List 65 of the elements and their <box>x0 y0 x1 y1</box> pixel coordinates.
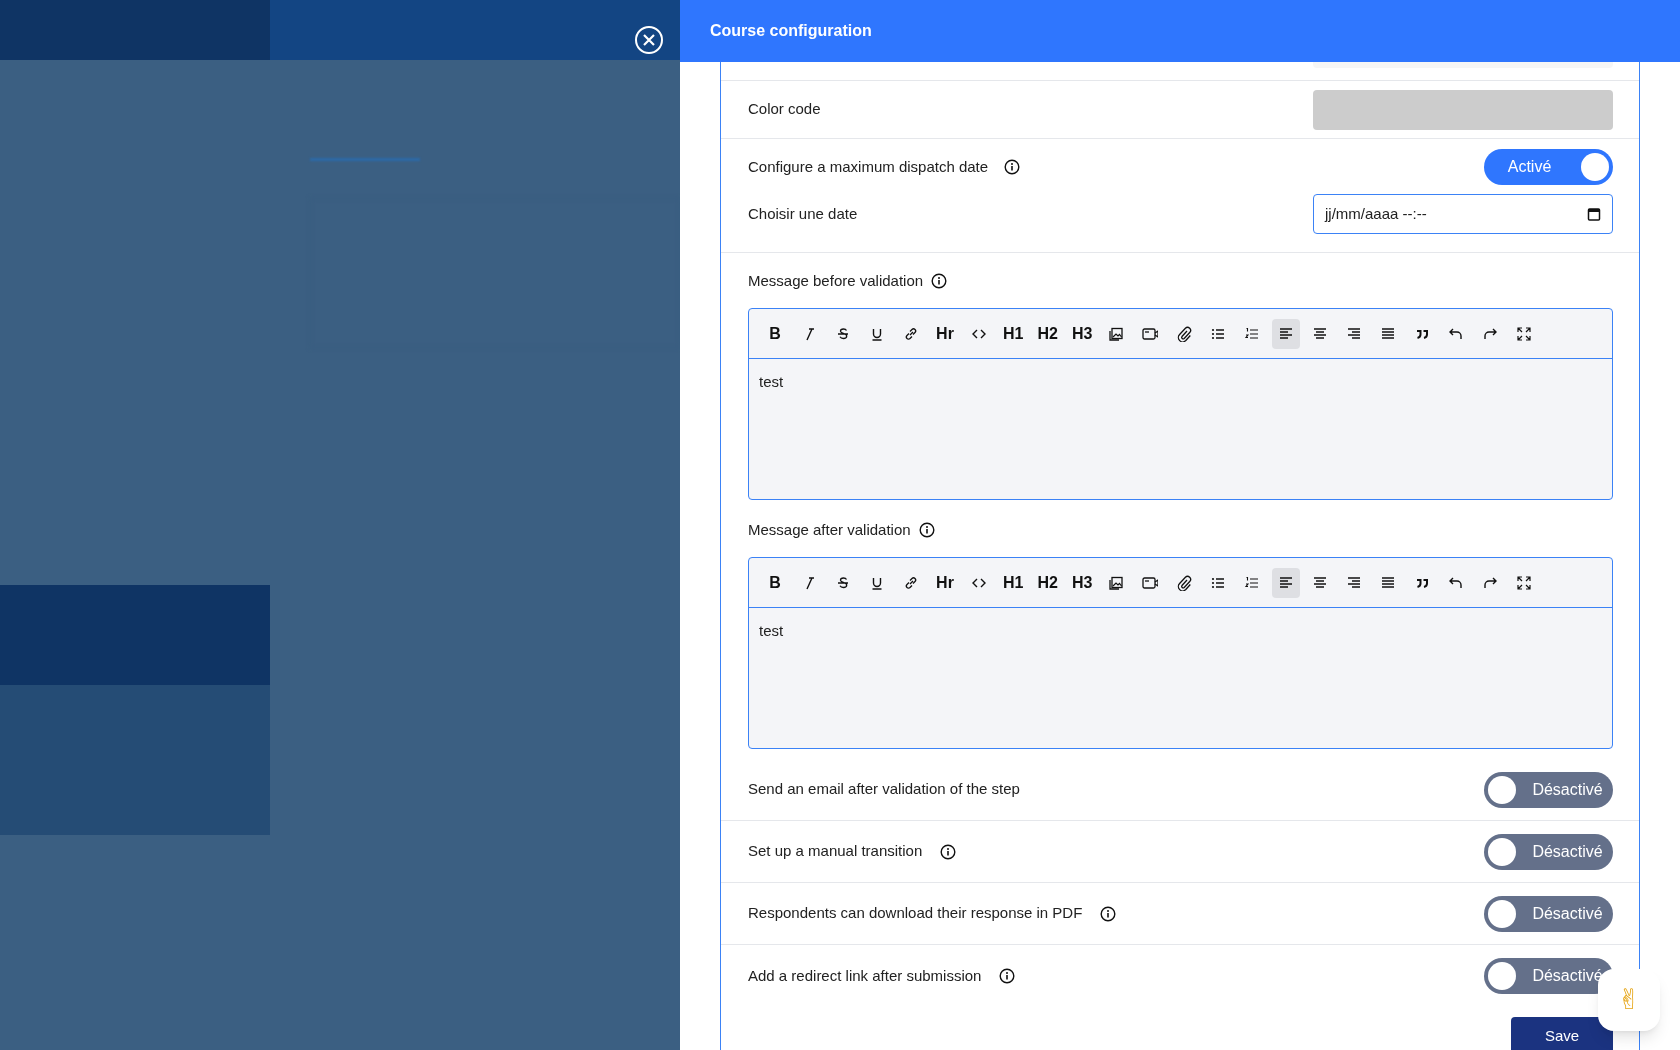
close-button[interactable] <box>635 26 663 54</box>
format-button[interactable]: H1 <box>999 318 1028 349</box>
align-right-icon <box>1346 325 1363 342</box>
image-icon <box>1108 325 1125 342</box>
fullscreen-icon <box>1516 325 1533 342</box>
field-label: Set up a manual transition <box>748 841 923 862</box>
info-icon[interactable] <box>918 522 935 538</box>
toggle-switch[interactable]: Activé <box>1484 149 1613 185</box>
align-left-button[interactable] <box>1272 318 1301 349</box>
paperclip-icon <box>1176 574 1193 591</box>
numbered-list-icon <box>1244 574 1261 591</box>
info-icon[interactable] <box>999 968 1016 984</box>
calendar-icon[interactable] <box>1587 207 1601 221</box>
info-icon[interactable] <box>1100 905 1117 922</box>
fullscreen-icon <box>1516 574 1533 591</box>
image-icon <box>1108 574 1125 591</box>
close-icon <box>643 34 655 46</box>
toggle-switch[interactable]: Désactivé <box>1484 833 1613 870</box>
align-center-icon <box>1312 325 1329 342</box>
link-icon <box>903 325 919 342</box>
toggle-switch[interactable]: Désactivé <box>1484 771 1613 808</box>
align-center-icon <box>1312 574 1329 591</box>
justify-icon <box>1380 574 1397 591</box>
format-button[interactable]: B <box>761 567 789 598</box>
strikethrough-icon <box>835 325 851 342</box>
align-left-button[interactable] <box>1272 567 1301 598</box>
save-button[interactable]: Save <box>1511 1017 1613 1050</box>
format-button[interactable]: H3 <box>1067 567 1097 598</box>
text-editor[interactable]: B Hr H1 H2 H3 test <box>748 557 1613 749</box>
panel-title: Course configuration <box>710 21 872 41</box>
field-label: Message after validation <box>748 519 911 540</box>
align-left-icon <box>1278 325 1295 342</box>
toggle-switch[interactable]: Désactivé <box>1484 895 1613 932</box>
text-editor[interactable]: B Hr H1 H2 H3 test <box>748 308 1613 500</box>
field-label: Add a redirect link after submission <box>748 965 982 986</box>
color-field[interactable] <box>1313 89 1613 130</box>
field-label: Choisir une date <box>748 203 858 224</box>
numbered-list-icon <box>1244 325 1261 342</box>
format-button[interactable]: H3 <box>1067 318 1097 349</box>
format-button[interactable]: H2 <box>1033 567 1062 598</box>
format-button[interactable]: Hr <box>931 318 959 349</box>
video-camera-icon <box>1142 325 1159 342</box>
justify-icon <box>1380 325 1397 342</box>
toggle-switch[interactable]: Désactivé <box>1484 958 1613 994</box>
paperclip-icon <box>1176 325 1193 342</box>
align-right-icon <box>1346 574 1363 591</box>
editor-text: test <box>758 621 785 641</box>
info-icon[interactable] <box>940 843 957 860</box>
editor-text: test <box>758 372 785 392</box>
field-label: Respondents can download their response in PDF <box>748 903 1083 924</box>
field-label: Color code <box>748 99 821 120</box>
link-icon <box>903 574 919 591</box>
video-camera-icon <box>1142 574 1159 591</box>
field-label: Configure a maximum dispatch date <box>748 156 989 177</box>
info-icon[interactable] <box>1004 159 1021 175</box>
format-button[interactable]: H1 <box>999 567 1028 598</box>
format-button[interactable]: H2 <box>1033 318 1062 349</box>
format-button[interactable]: B <box>761 318 789 349</box>
align-left-icon <box>1278 574 1295 591</box>
date-field[interactable]: jj/mm/aaaa --:-- <box>1313 194 1613 234</box>
format-button[interactable]: Hr <box>931 567 959 598</box>
strikethrough-icon <box>835 574 851 591</box>
field-label: Message before validation <box>748 270 924 291</box>
info-icon[interactable] <box>931 273 948 289</box>
field-label: Send an email after validation of the step <box>748 779 1020 800</box>
